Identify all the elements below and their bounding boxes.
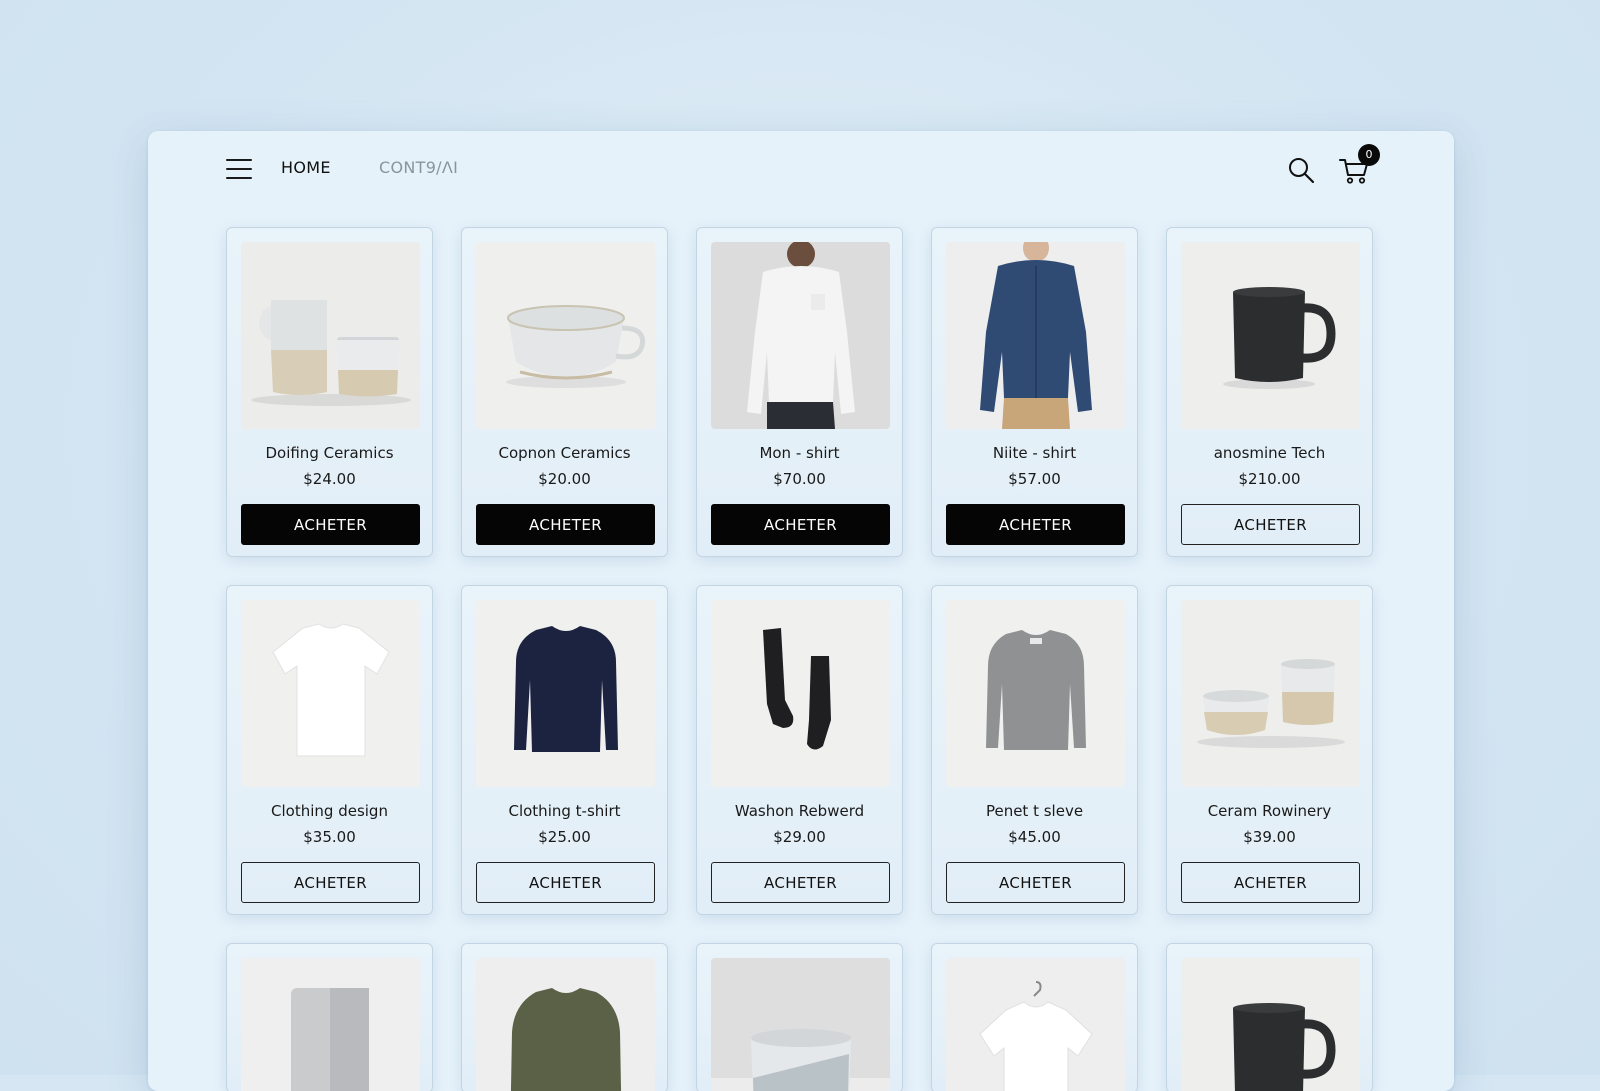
product-price: $70.00 xyxy=(773,470,826,488)
product-card: Clothing t-shirt $25.00 ACHETER xyxy=(461,585,668,915)
product-name: Clothing design xyxy=(271,802,388,820)
product-image[interactable] xyxy=(1181,600,1360,787)
product-image[interactable] xyxy=(476,600,655,787)
product-image[interactable] xyxy=(711,242,890,429)
product-image[interactable] xyxy=(241,958,420,1091)
cart-count-badge: 0 xyxy=(1358,144,1380,166)
shop-window: HOME CONT9/ΛΙ 0 Doifing Ceramics $24.00 xyxy=(148,131,1454,1091)
product-image[interactable] xyxy=(1181,242,1360,429)
product-image[interactable] xyxy=(946,600,1125,787)
product-card: Mon - shirt $70.00 ACHETER xyxy=(696,227,903,557)
product-card: Copnon Ceramics $20.00 ACHETER xyxy=(461,227,668,557)
product-name: Niite - shirt xyxy=(992,444,1077,462)
buy-button[interactable]: ACHETER xyxy=(1181,862,1360,903)
product-card xyxy=(226,943,433,1091)
product-card: Penet t sleve $45.00 ACHETER xyxy=(931,585,1138,915)
product-card xyxy=(696,943,903,1091)
buy-button[interactable]: ACHETER xyxy=(1181,504,1360,545)
product-card: Clothing design $35.00 ACHETER xyxy=(226,585,433,915)
product-card xyxy=(931,943,1138,1091)
nav-link-home[interactable]: HOME xyxy=(281,158,331,177)
product-image[interactable] xyxy=(946,958,1125,1091)
buy-button[interactable]: ACHETER xyxy=(241,862,420,903)
product-price: $45.00 xyxy=(1008,828,1061,846)
product-image[interactable] xyxy=(946,242,1125,429)
product-price: $24.00 xyxy=(303,470,356,488)
buy-button[interactable]: ACHETER xyxy=(476,504,655,545)
nav-link-contact[interactable]: CONT9/ΛΙ xyxy=(379,158,458,177)
top-navbar: HOME CONT9/ΛΙ 0 xyxy=(148,131,1454,211)
product-grid: Doifing Ceramics $24.00 ACHETER Copnon C… xyxy=(226,227,1375,1091)
product-price: $57.00 xyxy=(1008,470,1061,488)
product-image[interactable] xyxy=(711,600,890,787)
product-card xyxy=(1166,943,1373,1091)
buy-button[interactable]: ACHETER xyxy=(476,862,655,903)
buy-button[interactable]: ACHETER xyxy=(711,504,890,545)
product-name: Clothing t-shirt xyxy=(508,802,621,820)
product-card: anosmine Tech $210.00 ACHETER xyxy=(1166,227,1373,557)
product-price: $29.00 xyxy=(773,828,826,846)
product-name: anosmine Tech xyxy=(1213,444,1326,462)
product-image[interactable] xyxy=(711,958,890,1091)
product-name: Penet t sleve xyxy=(985,802,1084,820)
product-image[interactable] xyxy=(241,242,420,429)
buy-button[interactable]: ACHETER xyxy=(241,504,420,545)
product-image[interactable] xyxy=(476,958,655,1091)
product-card xyxy=(461,943,668,1091)
product-name: Copnon Ceramics xyxy=(498,444,631,462)
product-card: Niite - shirt $57.00 ACHETER xyxy=(931,227,1138,557)
product-card: Washon Rebwerd $29.00 ACHETER xyxy=(696,585,903,915)
product-name: Washon Rebwerd xyxy=(734,802,865,820)
search-icon[interactable] xyxy=(1286,155,1316,185)
menu-icon[interactable] xyxy=(226,159,252,179)
product-card: Doifing Ceramics $24.00 ACHETER xyxy=(226,227,433,557)
product-name: Ceram Rowinery xyxy=(1207,802,1332,820)
product-card: Ceram Rowinery $39.00 ACHETER xyxy=(1166,585,1373,915)
buy-button[interactable]: ACHETER xyxy=(946,504,1125,545)
product-image[interactable] xyxy=(1181,958,1360,1091)
product-price: $210.00 xyxy=(1238,470,1301,488)
buy-button[interactable]: ACHETER xyxy=(946,862,1125,903)
product-price: $25.00 xyxy=(538,828,591,846)
product-name: Doifing Ceramics xyxy=(265,444,394,462)
product-image[interactable] xyxy=(476,242,655,429)
product-image[interactable] xyxy=(241,600,420,787)
product-price: $20.00 xyxy=(538,470,591,488)
product-price: $39.00 xyxy=(1243,828,1296,846)
buy-button[interactable]: ACHETER xyxy=(711,862,890,903)
product-price: $35.00 xyxy=(303,828,356,846)
product-name: Mon - shirt xyxy=(759,444,840,462)
